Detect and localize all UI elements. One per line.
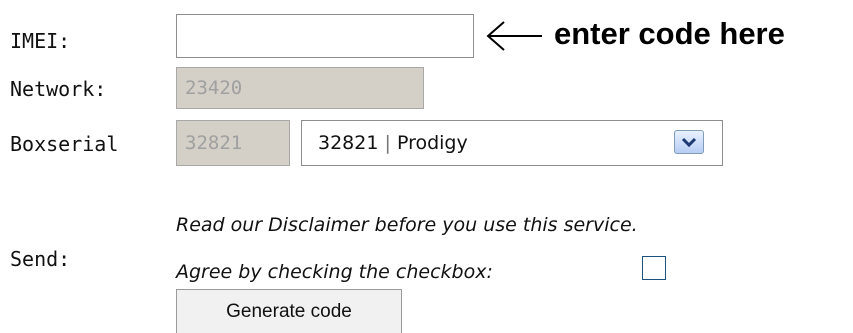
- imei-input[interactable]: [176, 14, 474, 58]
- send-label: Send:: [10, 247, 71, 271]
- boxserial-field: 32821: [176, 120, 290, 166]
- dropdown-button[interactable]: [674, 130, 704, 154]
- box-select-name: Prodigy: [396, 132, 468, 154]
- box-select[interactable]: 32821 | Prodigy: [301, 120, 723, 166]
- boxserial-label: Boxserial: [10, 132, 119, 156]
- network-field: 23420: [176, 67, 424, 109]
- box-select-separator: |: [384, 132, 391, 154]
- network-label: Network:: [10, 77, 107, 101]
- agree-text: Agree by checking the checkbox:: [176, 261, 493, 283]
- left-arrow-icon: [486, 21, 542, 51]
- disclaimer-text: Read our Disclaimer before you use this …: [176, 214, 638, 236]
- box-select-code: 32821: [318, 132, 379, 154]
- agree-checkbox[interactable]: [642, 256, 666, 280]
- generate-code-button[interactable]: Generate code: [176, 289, 402, 333]
- imei-hint: enter code here: [554, 16, 785, 51]
- box-select-value: 32821 | Prodigy: [318, 121, 468, 165]
- chevron-down-icon: [681, 137, 697, 148]
- imei-label: IMEI:: [10, 29, 71, 53]
